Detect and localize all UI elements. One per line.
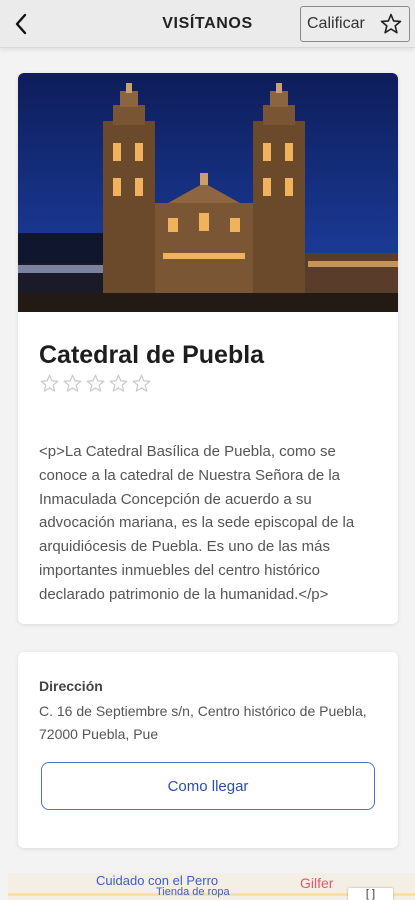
star-outline-icon[interactable] bbox=[131, 373, 152, 394]
rate-button-label: Calificar bbox=[307, 15, 365, 32]
star-outline-icon[interactable] bbox=[108, 373, 129, 394]
address-label: Dirección bbox=[39, 678, 103, 694]
address-text: C. 16 de Septiembre s/n, Centro históric… bbox=[39, 703, 367, 742]
address-card: Dirección C. 16 de Septiembre s/n, Centr… bbox=[18, 652, 398, 848]
cathedral-photo bbox=[18, 73, 398, 312]
star-outline-icon[interactable] bbox=[85, 373, 106, 394]
map-preview[interactable]: Cuidado con el Perro Tienda de ropa Gilf… bbox=[8, 873, 415, 900]
rate-button[interactable]: Calificar bbox=[300, 6, 410, 42]
map-fullscreen-control[interactable]: [ ] bbox=[348, 888, 393, 900]
star-outline-icon bbox=[380, 13, 402, 34]
star-outline-icon[interactable] bbox=[62, 373, 83, 394]
map-poi-label-right: Gilfer bbox=[300, 875, 334, 891]
star-outline-icon[interactable] bbox=[39, 373, 60, 394]
place-card: Catedral de Puebla <p>La Catedral Basíli… bbox=[18, 73, 398, 624]
top-bar: VISÍTANOS Calificar bbox=[0, 0, 415, 48]
directions-button[interactable]: Como llegar bbox=[41, 762, 375, 810]
place-description: <p>La Catedral Basílica de Puebla, como … bbox=[39, 443, 355, 603]
rating-stars[interactable] bbox=[39, 373, 152, 394]
map-poi-sublabel: Tienda de ropa bbox=[156, 886, 230, 898]
place-name: Catedral de Puebla bbox=[39, 341, 265, 369]
